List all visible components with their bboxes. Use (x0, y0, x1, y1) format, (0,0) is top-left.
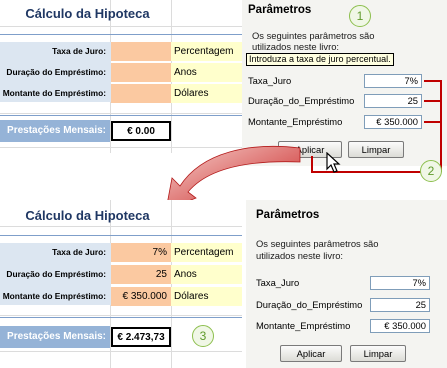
param-value-montante[interactable]: € 350.000 (364, 115, 422, 129)
gridline (0, 113, 242, 114)
loan-amount-unit: Dólares (171, 287, 242, 306)
param-value-taxa-juro[interactable]: 7% (370, 276, 430, 290)
step-1-badge: 1 (349, 5, 371, 27)
param-name-duracao: Duração_do_Empréstimo (256, 299, 363, 310)
param-value-taxa-juro[interactable]: 7% (364, 74, 422, 88)
loan-amount-label: Montante do Empréstimo: (2, 88, 106, 98)
title-underline (0, 34, 242, 35)
panel-description: Os seguintes parâmetros são (252, 30, 375, 41)
title-underline (0, 235, 242, 236)
interest-rate-label: Taxa de Juro: (52, 247, 106, 257)
top-spreadsheet: Cálculo da Hipoteca Taxa de Juro: Percen… (0, 0, 242, 153)
annotation-bracket (424, 80, 441, 82)
loan-amount-cell[interactable]: € 350.000 (111, 287, 171, 306)
payment-separator (0, 115, 242, 116)
gridline (0, 26, 242, 27)
param-value-duracao[interactable]: 25 (370, 298, 430, 312)
interest-rate-unit: Percentagem (171, 42, 242, 61)
loan-amount-cell[interactable] (111, 84, 171, 103)
param-value-montante[interactable]: € 350.000 (370, 319, 430, 333)
loan-amount-unit: Dólares (171, 84, 242, 103)
interest-rate-cell[interactable]: 7% (111, 243, 171, 262)
sheet-title: Cálculo da Hipoteca (25, 6, 150, 21)
monthly-payment-label: Prestações Mensais: (0, 326, 110, 348)
bottom-parameters-panel: Parâmetros Os seguintes parâmetros são u… (246, 200, 447, 368)
loan-duration-label: Duração do Empréstimo: (6, 269, 106, 279)
loan-duration-label: Duração do Empréstimo: (6, 67, 106, 77)
clear-button[interactable]: Limpar (348, 141, 404, 158)
loan-amount-label: Montante do Empréstimo: (2, 291, 106, 301)
monthly-payment-cell[interactable]: € 2.473,73 (111, 327, 171, 347)
annotation-bracket (440, 80, 442, 172)
panel-title: Parâmetros (256, 209, 320, 221)
panel-description-2: utilizados neste livro: (252, 41, 340, 52)
interest-rate-label: Taxa de Juro: (52, 46, 106, 56)
step-3-badge: 3 (192, 325, 214, 347)
apply-button[interactable]: Aplicar (280, 345, 342, 362)
loan-duration-unit: Anos (171, 265, 242, 284)
param-name-taxa-juro: Taxa_Juro (248, 75, 292, 86)
gridline (0, 351, 242, 352)
panel-description: Os seguintes parâmetros são (256, 238, 379, 249)
param-name-taxa-juro: Taxa_Juro (256, 277, 300, 288)
interest-tooltip: Introduza a taxa de juro percentual. (246, 53, 394, 66)
clear-button[interactable]: Limpar (350, 345, 406, 362)
payment-separator (0, 317, 242, 318)
param-value-duracao[interactable]: 25 (364, 94, 422, 108)
loan-duration-cell[interactable] (111, 63, 171, 82)
gridline (0, 315, 242, 316)
interest-rate-cell[interactable] (111, 42, 171, 61)
monthly-payment-label: Prestações Mensais: (0, 120, 110, 142)
annotation-bracket (424, 121, 441, 123)
param-name-duracao: Duração_do_Empréstimo (248, 95, 355, 106)
loan-duration-unit: Anos (171, 63, 242, 82)
interest-rate-unit: Percentagem (171, 243, 242, 262)
param-name-montante: Montante_Empréstimo (256, 320, 351, 331)
annotation-bracket (311, 156, 313, 172)
panel-title: Parâmetros (248, 4, 312, 16)
annotation-bracket (424, 100, 441, 102)
loan-duration-cell[interactable]: 25 (111, 265, 171, 284)
mouse-cursor-icon (326, 152, 341, 173)
step-2-badge: 2 (420, 160, 442, 182)
panel-description-2: utilizados neste livro: (256, 250, 344, 261)
param-name-montante: Montante_Empréstimo (248, 116, 343, 127)
sheet-title: Cálculo da Hipoteca (25, 208, 150, 223)
